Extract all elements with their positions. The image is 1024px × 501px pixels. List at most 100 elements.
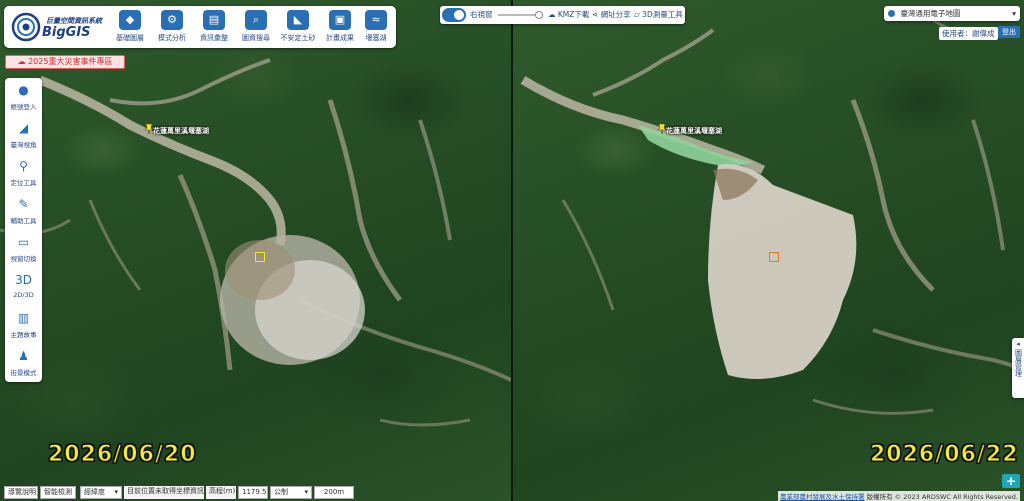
cloud-download-icon: ☁ (548, 10, 556, 19)
streetview-icon: ♟ (18, 349, 29, 363)
left-sidebar: ● 帳號登入 ◢ 臺灣視角 ⚲ 定位工具 ✎ 輔助工具 ▭ 視窗切換 3D 2D… (5, 78, 42, 382)
help-button[interactable]: 導覽說明 (4, 486, 38, 499)
share-url-button[interactable]: ⋖ 網址分享 (592, 9, 631, 20)
left-map-pane[interactable]: 花蓮萬里溪堰塞湖 2026/06/20 (0, 0, 511, 501)
bottom-status-bar: 導覽說明 智能檢測 經緯度 ▾ 目前位置未取得坐標資訊 高程(m) 1179.5… (4, 486, 354, 500)
basemap-value: 臺灣通用電子地圖 (900, 9, 961, 18)
kmz-download-button[interactable]: ☁ KMZ下載 (548, 9, 589, 20)
sidebar-item-label: 帳號登入 (10, 103, 37, 111)
terrain-overlay (520, 18, 1024, 415)
copyright-text: 版權所有 © 2023 ARDSWC All Rights Reserved. (866, 493, 1018, 501)
tool-label: 不安定土砂 (280, 34, 316, 42)
location-pin-icon: ⚲ (19, 159, 28, 173)
lake-icon: ≈ (365, 10, 387, 30)
image-icon: ▣ (329, 10, 351, 30)
tool-label: 基礎圖層 (116, 34, 144, 42)
marker-label: 花蓮萬里溪堰塞湖 (153, 127, 209, 135)
sidebar-item-window-switch[interactable]: ▭ 視窗切換 (5, 230, 42, 268)
footer-copyright: 農業部農村發展及水土保持署 版權所有 © 2023 ARDSWC All Rig… (778, 491, 1020, 501)
share-icon: ⋖ (592, 10, 599, 19)
3d-icon: 3D (15, 273, 32, 287)
compare-label: 右視窗 (470, 10, 493, 19)
layer-manager-label: 圖層管理 (1014, 349, 1023, 377)
selection-box (255, 252, 265, 262)
left-date-label: 2026/06/20 (48, 442, 197, 468)
tool-label: 堰塞湖 (365, 34, 387, 42)
tool-label: 圖資搜尋 (242, 34, 270, 42)
unit-select[interactable]: 公制 ▾ (270, 486, 312, 499)
sidebar-item-story[interactable]: ▥ 主題故事 (5, 306, 42, 344)
chevron-down-icon: ▾ (114, 488, 118, 496)
sidebar-item-label: 臺灣視角 (10, 141, 37, 149)
document-icon: ▤ (203, 10, 225, 30)
chevron-down-icon: ▾ (1012, 9, 1016, 18)
tool-info-summary[interactable]: ▤ 資訊彙整 (194, 10, 234, 45)
landslide-icon: ◣ (287, 10, 309, 30)
sidebar-item-label: 輔助工具 (10, 217, 37, 225)
user-icon: ● (18, 83, 29, 97)
share-label: 網址分享 (600, 10, 631, 19)
chevron-down-icon: ▾ (304, 488, 308, 496)
marker-label: 花蓮萬里溪堰塞湖 (666, 127, 722, 135)
elevation-value: 1179.5 (238, 486, 268, 499)
agency-link[interactable]: 農業部農村發展及水土保持署 (780, 493, 865, 501)
measure-label: 3D測量工具 (642, 10, 683, 19)
opacity-slider-track[interactable] (498, 14, 538, 16)
sidebar-item-label: 主題故事 (10, 331, 37, 339)
user-info: 使用者：謝偉成 (939, 27, 998, 40)
cloud-rain-icon: ☁ (17, 57, 26, 66)
sidebar-item-2d3d[interactable]: 3D 2D/3D (5, 268, 42, 306)
tool-project-results[interactable]: ▣ 計畫成果 (320, 10, 360, 45)
scale-bar: 200m (314, 486, 354, 499)
logout-button[interactable]: 登出 (998, 26, 1020, 38)
tools-icon: ✎ (18, 197, 29, 211)
right-window-toggle[interactable] (442, 8, 466, 22)
ruler-icon: ▱ (634, 10, 640, 19)
right-map-pane[interactable]: 花蓮萬里溪堰塞湖 2026/06/22 (513, 0, 1024, 501)
layers-icon: ◆ (119, 10, 141, 30)
coord-system-select[interactable]: 經緯度 ▾ (80, 486, 122, 499)
sidebar-item-streetview[interactable]: ♟ 街景模式 (5, 344, 42, 382)
tool-label: 計畫成果 (326, 34, 354, 42)
right-date-label: 2026/06/22 (870, 442, 1019, 468)
sidebar-item-label: 街景模式 (10, 369, 37, 377)
add-button[interactable]: + (1002, 474, 1020, 488)
user-name: 謝偉成 (972, 29, 995, 38)
book-icon: ▥ (17, 311, 30, 325)
tool-label: 模式分析 (158, 34, 186, 42)
tool-model-analysis[interactable]: ⚙ 模式分析 (152, 10, 192, 45)
layer-manager-tab[interactable]: ◂ 圖層管理 (1012, 338, 1024, 398)
terrain-overlay (0, 26, 511, 427)
disaster-event-button[interactable]: ☁ 2025重大災害事件專區 (5, 55, 125, 69)
measure-3d-button[interactable]: ▱ 3D測量工具 (634, 9, 683, 20)
coord-readout: 目前位置未取得坐標資訊 (124, 486, 204, 499)
sidebar-item-label: 視窗切換 (10, 255, 37, 263)
biggis-logo[interactable]: 巨量空間資訊系統 BigGIS (8, 9, 103, 45)
main-toolbar: 巨量空間資訊系統 BigGIS ◆ 基礎圖層 ⚙ 模式分析 ▤ 資訊彙整 ⌕ 圖… (4, 6, 396, 48)
selection-box (769, 252, 779, 262)
event-button-label: 2025重大災害事件專區 (28, 57, 113, 66)
chevron-left-icon: ◂ (1016, 340, 1020, 348)
tool-label: 資訊彙整 (200, 34, 228, 42)
sidebar-item-taiwan-view[interactable]: ◢ 臺灣視角 (5, 116, 42, 154)
tool-unstable-soil[interactable]: ◣ 不安定土砂 (278, 10, 318, 45)
sidebar-item-locate[interactable]: ⚲ 定位工具 (5, 154, 42, 192)
logo-english-name: BigGIS (42, 25, 91, 40)
user-label: 使用者： (942, 29, 972, 38)
compare-controls: 右視窗 ☁ KMZ下載 ⋖ 網址分享 ▱ 3D測量工具 (440, 6, 685, 24)
window-icon: ▭ (17, 235, 30, 249)
opacity-slider-knob[interactable] (535, 11, 543, 19)
search-map-icon: ⌕ (245, 10, 267, 30)
analysis-icon: ⚙ (161, 10, 183, 30)
tool-basic-layers[interactable]: ◆ 基礎圖層 (110, 10, 150, 45)
basemap-select[interactable]: 臺灣通用電子地圖 ▾ (884, 6, 1020, 21)
taiwan-icon: ◢ (18, 121, 29, 135)
tool-barrier-lake[interactable]: ≈ 堰塞湖 (356, 10, 396, 45)
smart-detect-button[interactable]: 智能檢測 (40, 486, 76, 499)
logo-swirl-icon (11, 12, 41, 42)
sidebar-item-login[interactable]: ● 帳號登入 (5, 78, 42, 116)
sidebar-item-tools[interactable]: ✎ 輔助工具 (5, 192, 42, 230)
tool-map-search[interactable]: ⌕ 圖資搜尋 (236, 10, 276, 45)
unit-select-value: 公制 (274, 488, 288, 496)
coord-select-value: 經緯度 (84, 488, 105, 496)
